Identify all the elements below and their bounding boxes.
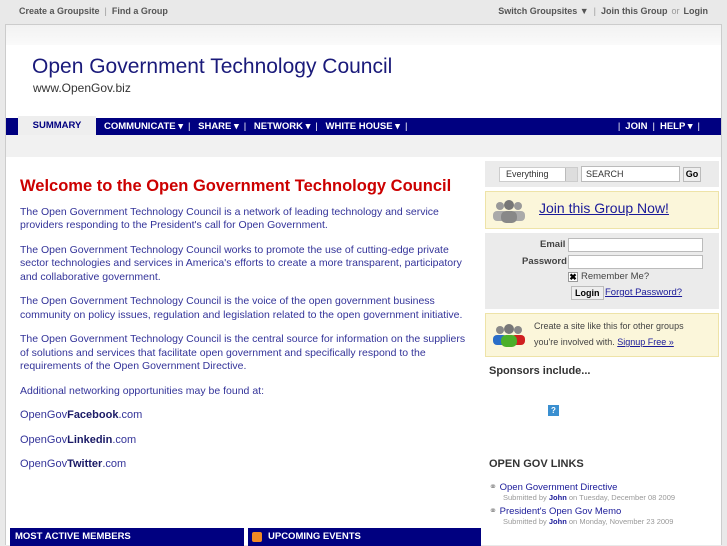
- divider: |: [104, 6, 107, 16]
- list-item: ⚭ Open Government Directive Submitted by…: [489, 482, 676, 502]
- most-active-members-header: MOST ACTIVE MEMBERS: [10, 528, 244, 546]
- facebook-link[interactable]: OpenGovFacebook.com: [20, 409, 470, 423]
- login-button[interactable]: Login: [571, 286, 604, 300]
- paragraph: The Open Government Technology Council i…: [20, 295, 463, 321]
- search-input[interactable]: SEARCH: [581, 166, 680, 182]
- nav-help[interactable]: HELP ▾: [660, 121, 693, 132]
- login-link[interactable]: Login: [684, 6, 709, 16]
- join-group-link[interactable]: Join this Group: [601, 6, 668, 16]
- create-groupsite-link[interactable]: Create a Groupsite: [19, 6, 100, 16]
- paragraph: Additional networking opportunities may …: [20, 384, 264, 397]
- list-item: ⚭ President's Open Gov Memo Submitted by…: [489, 506, 674, 526]
- create-site-box: Create a site like this for other groups…: [485, 313, 719, 357]
- tab-summary[interactable]: SUMMARY: [18, 116, 96, 136]
- or-text: or: [671, 6, 680, 16]
- sponsors-heading: Sponsors include...: [489, 365, 591, 377]
- switch-groupsites-menu[interactable]: Switch Groupsites ▼: [498, 6, 588, 16]
- main-content: Welcome to the Open Government Technolog…: [20, 177, 470, 483]
- forgot-password-link[interactable]: Forgot Password?: [605, 287, 682, 298]
- paragraph: The Open Government Technology Council i…: [20, 205, 439, 232]
- nav-communicate[interactable]: COMMUNICATE ▾: [104, 121, 183, 132]
- user-link[interactable]: John: [549, 517, 567, 526]
- link-presidents-memo[interactable]: President's Open Gov Memo: [500, 506, 622, 517]
- search-go-button[interactable]: Go: [683, 167, 701, 182]
- links-list: ⚭ Open Government Directive Submitted by…: [489, 482, 719, 526]
- paragraph: The Open Government Technology Council w…: [20, 243, 462, 283]
- user-link[interactable]: John: [549, 493, 567, 502]
- divider: |: [593, 6, 596, 16]
- link-icon: ⚭: [489, 482, 497, 493]
- search-bar: Everything SEARCH Go: [485, 161, 719, 187]
- password-label: Password: [522, 256, 567, 267]
- password-field[interactable]: [568, 255, 703, 269]
- chevron-down-icon: [565, 168, 577, 181]
- header-band: [6, 25, 721, 45]
- search-scope-select[interactable]: Everything: [499, 167, 578, 182]
- link-icon: ⚭: [489, 506, 497, 517]
- remember-me-label: Remember Me?: [581, 271, 650, 282]
- join-group-now-link[interactable]: Join this Group Now!: [539, 200, 669, 216]
- page-container: Open Government Technology Council www.O…: [5, 24, 722, 546]
- rss-icon[interactable]: [252, 532, 262, 542]
- sidebar: Everything SEARCH Go Join this Group Now…: [485, 161, 719, 526]
- twitter-link[interactable]: OpenGovTwitter.com: [20, 458, 470, 472]
- site-title: Open Government Technology Council: [32, 55, 393, 78]
- site-subtitle: www.OpenGov.biz: [33, 81, 131, 95]
- group-people-icon: [493, 200, 525, 223]
- open-gov-links-heading: OPEN GOV LINKS: [489, 458, 584, 470]
- find-group-link[interactable]: Find a Group: [112, 6, 168, 16]
- link-open-government-directive[interactable]: Open Government Directive: [500, 482, 618, 493]
- top-bar: Create a Groupsite | Find a Group Switch G…: [0, 0, 727, 22]
- group-people-color-icon: [493, 324, 525, 347]
- create-site-text: Create a site like this for other groups: [534, 321, 684, 331]
- join-group-box: Join this Group Now!: [485, 191, 719, 229]
- nav-network[interactable]: NETWORK ▾: [254, 121, 311, 132]
- main-nav: SUMMARY COMMUNICATE ▾ | SHARE ▾ | NETWORK …: [6, 116, 721, 136]
- nav-share[interactable]: SHARE ▾: [198, 121, 239, 132]
- content-top-strip: [6, 135, 721, 157]
- missing-image-icon: ?: [548, 405, 559, 416]
- linkedin-link[interactable]: OpenGovLinkedin.com: [20, 434, 470, 448]
- welcome-heading: Welcome to the Open Government Technolog…: [20, 177, 452, 195]
- email-label: Email: [540, 239, 566, 250]
- signup-free-link[interactable]: Signup Free »: [617, 337, 674, 347]
- login-form: Email Password ✖ Remember Me? Login Forg…: [485, 233, 719, 309]
- paragraph: The Open Government Technology Council i…: [20, 333, 466, 372]
- remember-me-checkbox[interactable]: ✖: [568, 272, 578, 282]
- nav-join[interactable]: JOIN: [625, 121, 647, 132]
- email-field[interactable]: [568, 238, 703, 252]
- upcoming-events-header: UPCOMING EVENTS: [248, 528, 481, 546]
- nav-white-house[interactable]: WHITE HOUSE ▾: [326, 121, 400, 132]
